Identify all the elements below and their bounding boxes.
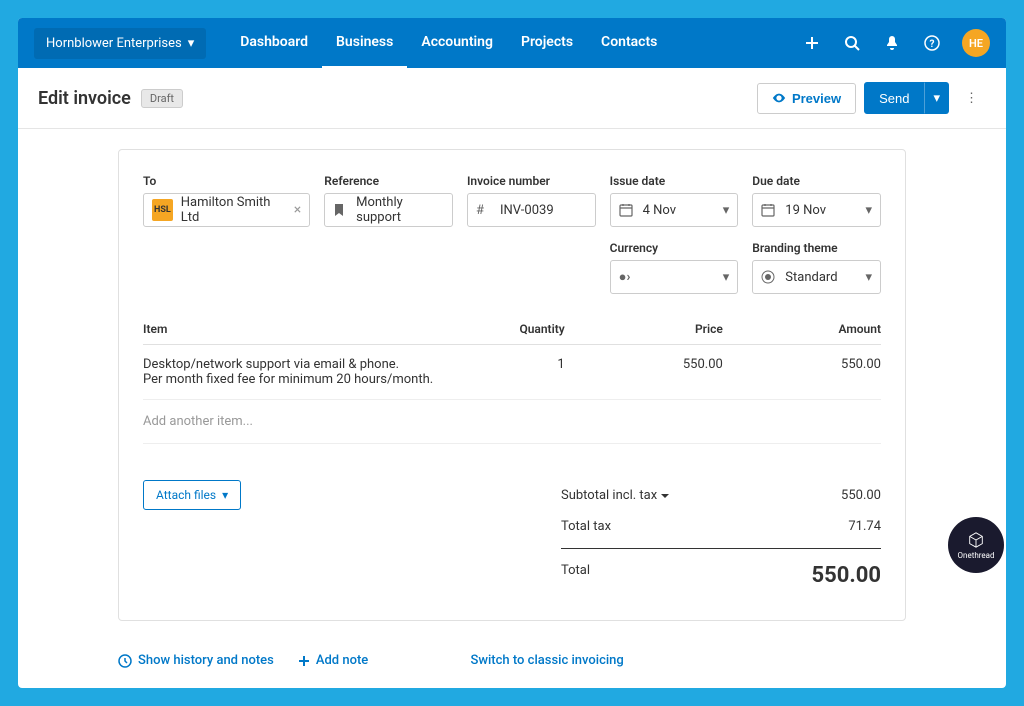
- tab-accounting[interactable]: Accounting: [407, 18, 507, 69]
- invoice-form: To HSL Hamilton Smith Ltd × Reference Mo…: [118, 149, 906, 621]
- svg-text:?: ?: [930, 39, 935, 50]
- preview-button[interactable]: Preview: [757, 83, 856, 114]
- to-label: To: [143, 174, 310, 188]
- search-icon[interactable]: [842, 33, 862, 53]
- contact-avatar: HSL: [152, 199, 173, 221]
- footer-actions: Show history and notes Add note Switch t…: [18, 641, 1006, 688]
- theme-icon: [761, 270, 777, 284]
- tax-label: Total tax: [561, 519, 611, 534]
- reference-field[interactable]: Monthly support: [324, 193, 453, 227]
- chevron-down-icon: ▾: [723, 203, 730, 218]
- invoice-number-field[interactable]: # INV-0039: [467, 193, 596, 227]
- contact-name: Hamilton Smith Ltd: [181, 195, 286, 225]
- clear-icon[interactable]: ×: [294, 202, 301, 218]
- item-description-line2: Per month fixed fee for minimum 20 hours…: [143, 372, 459, 387]
- item-amount: 550.00: [723, 357, 881, 387]
- subtotal-value: 550.00: [841, 488, 881, 503]
- chevron-down-icon: ▾: [222, 488, 228, 502]
- total-value: 550.00: [812, 563, 882, 588]
- hash-icon: #: [476, 203, 492, 218]
- header-quantity: Quantity: [459, 322, 564, 336]
- header-price: Price: [565, 322, 723, 336]
- attach-files-button[interactable]: Attach files ▾: [143, 480, 241, 510]
- tab-projects[interactable]: Projects: [507, 18, 587, 69]
- totals-section: Subtotal incl. tax 550.00 Total tax 71.7…: [561, 480, 881, 596]
- calendar-icon: [619, 203, 635, 217]
- issue-date-label: Issue date: [610, 174, 739, 188]
- org-name: Hornblower Enterprises: [46, 36, 182, 51]
- add-icon[interactable]: [802, 33, 822, 53]
- show-history-link[interactable]: Show history and notes: [118, 653, 274, 668]
- to-field[interactable]: HSL Hamilton Smith Ltd ×: [143, 193, 310, 227]
- chevron-down-icon: ▾: [865, 270, 872, 285]
- nav-tabs: Dashboard Business Accounting Projects C…: [226, 18, 671, 69]
- calendar-icon: [761, 203, 777, 217]
- reference-label: Reference: [324, 174, 453, 188]
- item-price: 550.00: [565, 357, 723, 387]
- add-item-button[interactable]: Add another item...: [143, 400, 881, 444]
- chevron-down-icon: ▾: [188, 36, 195, 51]
- top-navigation: Hornblower Enterprises ▾ Dashboard Busin…: [18, 18, 1006, 68]
- brand-badge: Onethread: [948, 517, 1004, 573]
- currency-field[interactable]: ●› ▾: [610, 260, 739, 294]
- currency-icon: ●›: [619, 269, 635, 285]
- switch-invoicing-link[interactable]: Switch to classic invoicing: [470, 653, 623, 668]
- page-header: Edit invoice Draft Preview Send ▾ ⋮: [18, 68, 1006, 129]
- send-dropdown[interactable]: ▾: [924, 82, 949, 114]
- send-button[interactable]: Send: [864, 82, 924, 114]
- tab-business[interactable]: Business: [322, 18, 407, 69]
- tab-contacts[interactable]: Contacts: [587, 18, 671, 69]
- plus-icon: [298, 655, 310, 667]
- chevron-down-icon: ▾: [723, 270, 730, 285]
- user-avatar[interactable]: HE: [962, 29, 990, 57]
- page-title: Edit invoice: [38, 88, 131, 109]
- due-date-label: Due date: [752, 174, 881, 188]
- help-icon[interactable]: ?: [922, 33, 942, 53]
- org-selector[interactable]: Hornblower Enterprises ▾: [34, 28, 206, 59]
- due-date-field[interactable]: 19 Nov ▾: [752, 193, 881, 227]
- bell-icon[interactable]: [882, 33, 902, 53]
- header-item: Item: [143, 322, 459, 336]
- tab-dashboard[interactable]: Dashboard: [226, 18, 322, 69]
- total-label: Total: [561, 563, 590, 588]
- add-note-link[interactable]: Add note: [298, 653, 368, 668]
- eye-icon: [772, 91, 786, 105]
- line-items-header: Item Quantity Price Amount: [143, 308, 881, 345]
- item-description-line1: Desktop/network support via email & phon…: [143, 357, 459, 372]
- issue-date-field[interactable]: 4 Nov ▾: [610, 193, 739, 227]
- line-item-row[interactable]: Desktop/network support via email & phon…: [143, 345, 881, 400]
- status-badge: Draft: [141, 89, 183, 108]
- box-icon: [967, 531, 985, 549]
- header-amount: Amount: [723, 322, 881, 336]
- bookmark-icon: [333, 203, 348, 217]
- subtotal-label[interactable]: Subtotal incl. tax: [561, 488, 669, 503]
- chevron-down-icon: ▾: [865, 203, 872, 218]
- currency-label: Currency: [610, 241, 739, 255]
- history-icon: [118, 654, 132, 668]
- branding-field[interactable]: Standard ▾: [752, 260, 881, 294]
- tax-value: 71.74: [848, 519, 881, 534]
- more-menu-icon[interactable]: ⋮: [957, 91, 986, 106]
- item-quantity: 1: [459, 357, 564, 387]
- branding-label: Branding theme: [752, 241, 881, 255]
- invoice-number-label: Invoice number: [467, 174, 596, 188]
